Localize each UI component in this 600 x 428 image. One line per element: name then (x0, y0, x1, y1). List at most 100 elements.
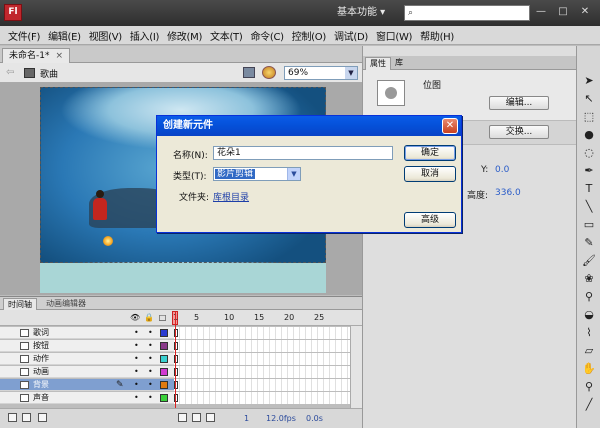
layer-name[interactable]: 动画 (33, 366, 49, 378)
line-tool-icon[interactable]: ╲ (582, 200, 596, 214)
lock-dot[interactable]: • (148, 353, 153, 365)
dialog-close-button[interactable]: ✕ (442, 118, 458, 134)
visibility-dot[interactable]: • (134, 366, 139, 378)
layer-name[interactable]: 声音 (33, 392, 49, 404)
menu-file[interactable]: 文件(F) (4, 28, 44, 43)
bone-tool-icon[interactable]: ⚲ (582, 290, 596, 304)
minimize-button[interactable]: — (532, 5, 550, 19)
frame-track[interactable] (174, 353, 350, 365)
pencil-tool-icon[interactable]: ✎ (582, 236, 596, 250)
3d-rotation-tool-icon[interactable]: ● (582, 128, 596, 142)
visibility-dot[interactable]: • (134, 379, 139, 391)
layer-row[interactable]: 歌词 • • (0, 327, 362, 339)
close-window-button[interactable]: ✕ (576, 5, 594, 19)
onion-outline-icon[interactable] (206, 413, 215, 422)
lock-dot[interactable]: • (148, 340, 153, 352)
eyedropper-tool-icon[interactable]: ⌇ (582, 326, 596, 340)
y-value[interactable]: 0.0 (495, 165, 509, 175)
layer-outline-color[interactable] (160, 381, 168, 389)
maximize-button[interactable]: □ (554, 5, 572, 19)
library-root-link[interactable]: 库根目录 (213, 190, 249, 203)
layer-outline-color[interactable] (160, 368, 168, 376)
frame-track[interactable] (174, 392, 350, 404)
selection-tool-icon[interactable]: ➤ (582, 74, 596, 88)
rectangle-tool-icon[interactable]: ▭ (582, 218, 596, 232)
pen-tool-icon[interactable]: ✒ (582, 164, 596, 178)
frame-rate[interactable]: 12.0fps (266, 414, 296, 423)
layer-name[interactable]: 歌词 (33, 327, 49, 339)
free-transform-tool-icon[interactable]: ⬚ (582, 110, 596, 124)
layer-outline-color[interactable] (160, 394, 168, 402)
deco-tool-icon[interactable]: ❀ (582, 272, 596, 286)
menu-commands[interactable]: 命令(C) (246, 28, 287, 43)
brush-tool-icon[interactable]: 🖌 (582, 254, 596, 268)
layer-name[interactable]: 背景 (33, 379, 49, 391)
menu-view[interactable]: 视图(V) (85, 28, 126, 43)
visibility-dot[interactable]: • (134, 327, 139, 339)
lock-dot[interactable]: • (148, 392, 153, 404)
edit-button[interactable]: 编辑... (489, 96, 549, 110)
height-value[interactable]: 336.0 (495, 188, 521, 198)
visibility-dot[interactable]: • (134, 353, 139, 365)
layer-name[interactable]: 动作 (33, 353, 49, 365)
help-search-input[interactable]: ⌕ (404, 5, 530, 21)
menu-modify[interactable]: 修改(M) (163, 28, 206, 43)
outline-icon[interactable]: □ (158, 313, 167, 322)
layer-row[interactable]: 按钮 • • (0, 340, 362, 352)
subselection-tool-icon[interactable]: ↖ (582, 92, 596, 106)
layer-name[interactable]: 按钮 (33, 340, 49, 352)
onion-skin-icon[interactable] (192, 413, 201, 422)
ok-button[interactable]: 确定 (404, 145, 456, 161)
swap-button[interactable]: 交换... (489, 125, 549, 139)
frame-track[interactable] (174, 366, 350, 378)
tab-motion-editor[interactable]: 动画编辑器 (42, 298, 90, 310)
lasso-tool-icon[interactable]: ◌ (582, 146, 596, 160)
menu-insert[interactable]: 插入(I) (126, 28, 163, 43)
advanced-button[interactable]: 高级 (404, 212, 456, 228)
menu-help[interactable]: 帮助(H) (416, 28, 458, 43)
layer-row[interactable]: 声音 • • (0, 392, 362, 404)
timeline-scrollbar[interactable] (350, 326, 362, 408)
close-tab-icon[interactable]: × (55, 51, 63, 61)
center-frame-icon[interactable] (178, 413, 187, 422)
menu-window[interactable]: 窗口(W) (372, 28, 416, 43)
zoom-tool-icon[interactable]: ⚲ (582, 380, 596, 394)
layer-outline-color[interactable] (160, 355, 168, 363)
lock-dot[interactable]: • (148, 366, 153, 378)
back-arrow-icon[interactable]: ⇦ (6, 67, 14, 78)
menu-edit[interactable]: 编辑(E) (44, 28, 85, 43)
hand-tool-icon[interactable]: ✋ (582, 362, 596, 376)
lock-icon[interactable]: 🔒 (144, 313, 154, 322)
visibility-dot[interactable]: • (134, 340, 139, 352)
menu-debug[interactable]: 调试(D) (330, 28, 372, 43)
symbol-type-select[interactable]: 影片剪辑 ▼ (213, 167, 301, 181)
document-tab[interactable]: 未命名-1* × (2, 48, 71, 63)
menu-control[interactable]: 控制(O) (288, 28, 330, 43)
layer-row[interactable]: 背景 ✎ • • (0, 379, 362, 391)
workspace-switcher[interactable]: 基本功能 ▾ (337, 5, 385, 21)
scene-name[interactable]: 歌曲 (40, 67, 58, 80)
menu-text[interactable]: 文本(T) (206, 28, 246, 43)
layer-row[interactable]: 动画 • • (0, 366, 362, 378)
tab-library[interactable]: 库 (391, 57, 407, 70)
lock-dot[interactable]: • (148, 327, 153, 339)
tab-timeline[interactable]: 时间轴 (3, 298, 37, 310)
new-layer-icon[interactable] (8, 413, 17, 422)
paint-bucket-tool-icon[interactable]: ◒ (582, 308, 596, 322)
layer-row[interactable]: 动作 • • (0, 353, 362, 365)
frame-track[interactable] (174, 340, 350, 352)
zoom-select[interactable]: 69% ▼ (284, 66, 358, 80)
layer-outline-color[interactable] (160, 329, 168, 337)
new-folder-icon[interactable] (22, 413, 31, 422)
edit-symbols-icon[interactable] (262, 66, 276, 79)
eraser-tool-icon[interactable]: ▱ (582, 344, 596, 358)
stroke-color-icon[interactable]: ╱ (582, 398, 596, 412)
edit-scene-icon[interactable] (243, 67, 255, 78)
tab-properties[interactable]: 属性 (365, 57, 391, 70)
delete-layer-icon[interactable] (38, 413, 47, 422)
cancel-button[interactable]: 取消 (404, 166, 456, 182)
eye-icon[interactable]: 👁 (130, 313, 140, 322)
layer-outline-color[interactable] (160, 342, 168, 350)
frame-track[interactable] (174, 327, 350, 339)
frame-track[interactable] (174, 379, 350, 391)
